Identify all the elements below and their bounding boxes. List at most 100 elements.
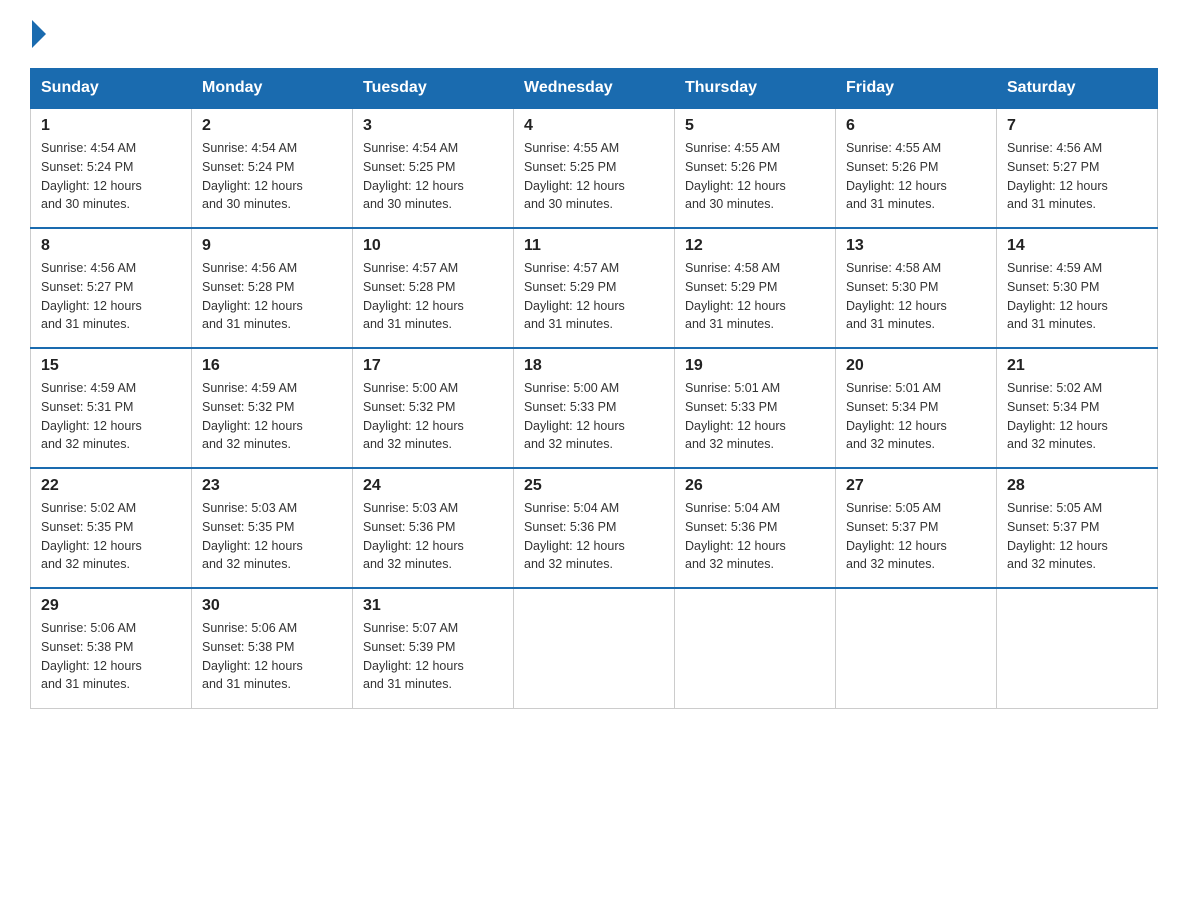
day-number: 3: [363, 117, 503, 135]
calendar-week-2: 8 Sunrise: 4:56 AMSunset: 5:27 PMDayligh…: [31, 228, 1158, 348]
header: [30, 20, 1158, 50]
day-number: 25: [524, 477, 664, 495]
calendar-cell: 5 Sunrise: 4:55 AMSunset: 5:26 PMDayligh…: [675, 108, 836, 228]
calendar-cell: 16 Sunrise: 4:59 AMSunset: 5:32 PMDaylig…: [192, 348, 353, 468]
calendar-header-wednesday: Wednesday: [514, 69, 675, 109]
day-info: Sunrise: 5:01 AMSunset: 5:33 PMDaylight:…: [685, 381, 786, 451]
calendar-cell: 8 Sunrise: 4:56 AMSunset: 5:27 PMDayligh…: [31, 228, 192, 348]
calendar-cell: 15 Sunrise: 4:59 AMSunset: 5:31 PMDaylig…: [31, 348, 192, 468]
day-info: Sunrise: 4:56 AMSunset: 5:27 PMDaylight:…: [41, 261, 142, 331]
calendar-cell: 4 Sunrise: 4:55 AMSunset: 5:25 PMDayligh…: [514, 108, 675, 228]
logo: [30, 20, 46, 50]
day-number: 31: [363, 597, 503, 615]
day-number: 16: [202, 357, 342, 375]
calendar-cell: 29 Sunrise: 5:06 AMSunset: 5:38 PMDaylig…: [31, 588, 192, 708]
day-info: Sunrise: 5:03 AMSunset: 5:35 PMDaylight:…: [202, 501, 303, 571]
day-info: Sunrise: 4:56 AMSunset: 5:28 PMDaylight:…: [202, 261, 303, 331]
logo-blue-part: [30, 20, 46, 50]
calendar-cell: 2 Sunrise: 4:54 AMSunset: 5:24 PMDayligh…: [192, 108, 353, 228]
calendar-week-1: 1 Sunrise: 4:54 AMSunset: 5:24 PMDayligh…: [31, 108, 1158, 228]
day-number: 12: [685, 237, 825, 255]
day-info: Sunrise: 4:57 AMSunset: 5:28 PMDaylight:…: [363, 261, 464, 331]
calendar-cell: 19 Sunrise: 5:01 AMSunset: 5:33 PMDaylig…: [675, 348, 836, 468]
day-info: Sunrise: 5:00 AMSunset: 5:32 PMDaylight:…: [363, 381, 464, 451]
calendar-table: SundayMondayTuesdayWednesdayThursdayFrid…: [30, 68, 1158, 709]
day-info: Sunrise: 5:06 AMSunset: 5:38 PMDaylight:…: [202, 621, 303, 691]
logo-triangle-icon: [32, 20, 46, 48]
day-info: Sunrise: 5:00 AMSunset: 5:33 PMDaylight:…: [524, 381, 625, 451]
day-number: 1: [41, 117, 181, 135]
calendar-cell: 17 Sunrise: 5:00 AMSunset: 5:32 PMDaylig…: [353, 348, 514, 468]
day-info: Sunrise: 4:55 AMSunset: 5:26 PMDaylight:…: [685, 141, 786, 211]
day-number: 27: [846, 477, 986, 495]
calendar-cell: 3 Sunrise: 4:54 AMSunset: 5:25 PMDayligh…: [353, 108, 514, 228]
calendar-cell: 23 Sunrise: 5:03 AMSunset: 5:35 PMDaylig…: [192, 468, 353, 588]
calendar-cell: 26 Sunrise: 5:04 AMSunset: 5:36 PMDaylig…: [675, 468, 836, 588]
day-info: Sunrise: 4:58 AMSunset: 5:30 PMDaylight:…: [846, 261, 947, 331]
day-number: 20: [846, 357, 986, 375]
calendar-header-thursday: Thursday: [675, 69, 836, 109]
calendar-cell: 22 Sunrise: 5:02 AMSunset: 5:35 PMDaylig…: [31, 468, 192, 588]
day-number: 23: [202, 477, 342, 495]
day-info: Sunrise: 5:04 AMSunset: 5:36 PMDaylight:…: [524, 501, 625, 571]
day-info: Sunrise: 5:06 AMSunset: 5:38 PMDaylight:…: [41, 621, 142, 691]
day-info: Sunrise: 5:02 AMSunset: 5:35 PMDaylight:…: [41, 501, 142, 571]
day-info: Sunrise: 5:05 AMSunset: 5:37 PMDaylight:…: [846, 501, 947, 571]
day-info: Sunrise: 5:02 AMSunset: 5:34 PMDaylight:…: [1007, 381, 1108, 451]
calendar-cell: 1 Sunrise: 4:54 AMSunset: 5:24 PMDayligh…: [31, 108, 192, 228]
day-info: Sunrise: 4:59 AMSunset: 5:32 PMDaylight:…: [202, 381, 303, 451]
calendar-cell: 9 Sunrise: 4:56 AMSunset: 5:28 PMDayligh…: [192, 228, 353, 348]
day-info: Sunrise: 4:56 AMSunset: 5:27 PMDaylight:…: [1007, 141, 1108, 211]
day-info: Sunrise: 4:58 AMSunset: 5:29 PMDaylight:…: [685, 261, 786, 331]
calendar-cell: 12 Sunrise: 4:58 AMSunset: 5:29 PMDaylig…: [675, 228, 836, 348]
calendar-week-3: 15 Sunrise: 4:59 AMSunset: 5:31 PMDaylig…: [31, 348, 1158, 468]
calendar-cell: 30 Sunrise: 5:06 AMSunset: 5:38 PMDaylig…: [192, 588, 353, 708]
day-number: 8: [41, 237, 181, 255]
calendar-cell: 7 Sunrise: 4:56 AMSunset: 5:27 PMDayligh…: [997, 108, 1158, 228]
day-info: Sunrise: 5:04 AMSunset: 5:36 PMDaylight:…: [685, 501, 786, 571]
day-info: Sunrise: 4:55 AMSunset: 5:26 PMDaylight:…: [846, 141, 947, 211]
day-info: Sunrise: 5:07 AMSunset: 5:39 PMDaylight:…: [363, 621, 464, 691]
day-number: 6: [846, 117, 986, 135]
calendar-cell: 25 Sunrise: 5:04 AMSunset: 5:36 PMDaylig…: [514, 468, 675, 588]
calendar-week-4: 22 Sunrise: 5:02 AMSunset: 5:35 PMDaylig…: [31, 468, 1158, 588]
calendar-cell: 14 Sunrise: 4:59 AMSunset: 5:30 PMDaylig…: [997, 228, 1158, 348]
calendar-body: 1 Sunrise: 4:54 AMSunset: 5:24 PMDayligh…: [31, 108, 1158, 708]
calendar-cell: [997, 588, 1158, 708]
day-number: 30: [202, 597, 342, 615]
day-info: Sunrise: 4:59 AMSunset: 5:31 PMDaylight:…: [41, 381, 142, 451]
day-info: Sunrise: 5:05 AMSunset: 5:37 PMDaylight:…: [1007, 501, 1108, 571]
calendar-header-saturday: Saturday: [997, 69, 1158, 109]
calendar-cell: 18 Sunrise: 5:00 AMSunset: 5:33 PMDaylig…: [514, 348, 675, 468]
calendar-header-row: SundayMondayTuesdayWednesdayThursdayFrid…: [31, 69, 1158, 109]
calendar-cell: 10 Sunrise: 4:57 AMSunset: 5:28 PMDaylig…: [353, 228, 514, 348]
calendar-cell: 21 Sunrise: 5:02 AMSunset: 5:34 PMDaylig…: [997, 348, 1158, 468]
day-number: 24: [363, 477, 503, 495]
day-number: 2: [202, 117, 342, 135]
day-number: 9: [202, 237, 342, 255]
calendar-cell: 24 Sunrise: 5:03 AMSunset: 5:36 PMDaylig…: [353, 468, 514, 588]
calendar-cell: [836, 588, 997, 708]
calendar-header-monday: Monday: [192, 69, 353, 109]
day-number: 11: [524, 237, 664, 255]
day-info: Sunrise: 4:54 AMSunset: 5:24 PMDaylight:…: [202, 141, 303, 211]
day-info: Sunrise: 4:55 AMSunset: 5:25 PMDaylight:…: [524, 141, 625, 211]
day-number: 28: [1007, 477, 1147, 495]
day-number: 13: [846, 237, 986, 255]
day-number: 15: [41, 357, 181, 375]
calendar-cell: [675, 588, 836, 708]
day-number: 26: [685, 477, 825, 495]
calendar-cell: 28 Sunrise: 5:05 AMSunset: 5:37 PMDaylig…: [997, 468, 1158, 588]
day-number: 29: [41, 597, 181, 615]
calendar-header-friday: Friday: [836, 69, 997, 109]
day-number: 5: [685, 117, 825, 135]
calendar-cell: 20 Sunrise: 5:01 AMSunset: 5:34 PMDaylig…: [836, 348, 997, 468]
day-number: 19: [685, 357, 825, 375]
day-info: Sunrise: 4:57 AMSunset: 5:29 PMDaylight:…: [524, 261, 625, 331]
calendar-cell: 6 Sunrise: 4:55 AMSunset: 5:26 PMDayligh…: [836, 108, 997, 228]
day-info: Sunrise: 4:59 AMSunset: 5:30 PMDaylight:…: [1007, 261, 1108, 331]
day-number: 4: [524, 117, 664, 135]
calendar-week-5: 29 Sunrise: 5:06 AMSunset: 5:38 PMDaylig…: [31, 588, 1158, 708]
day-number: 17: [363, 357, 503, 375]
day-number: 21: [1007, 357, 1147, 375]
